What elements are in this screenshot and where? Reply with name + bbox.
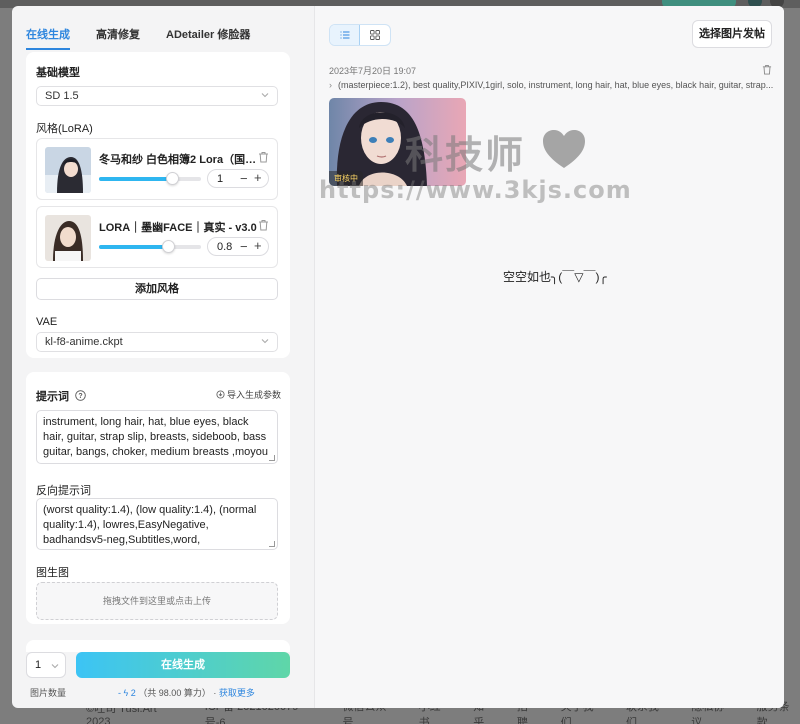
select-image-post-button[interactable]: 选择图片发帖 — [692, 20, 772, 48]
import-icon — [216, 390, 225, 399]
mode-tabs: 在线生成 高清修复 ADetailer 修脸器 — [26, 26, 250, 50]
chevron-down-icon — [261, 339, 269, 344]
image-count-select[interactable]: 1 — [26, 652, 66, 678]
lora-item: LORA｜墨幽FACE｜真实 - v3.0 0.8 − + — [36, 206, 278, 268]
chevron-down-icon — [51, 664, 59, 669]
cost-detail: （共 98.00 算力） — [138, 688, 211, 698]
img2img-label: 图生图 — [36, 567, 69, 579]
lora-item: 冬马和纱 白色相簿2 Lora（国内独... 1 − + — [36, 138, 278, 200]
watermark-url: https://www.3kjs.com — [319, 176, 632, 204]
plus-icon[interactable]: + — [254, 170, 262, 185]
image-count-value: 1 — [35, 659, 42, 671]
list-icon — [340, 31, 349, 39]
lora-thumbnail — [45, 147, 91, 193]
generate-button[interactable]: 在线生成 — [76, 652, 290, 678]
vae-select[interactable]: kl-f8-anime.ckpt — [36, 332, 278, 352]
import-params-text: 导入生成参数 — [227, 390, 282, 400]
chevron-down-icon — [261, 93, 269, 98]
prompt-label: 提示词 ? — [36, 388, 86, 404]
heart-icon — [543, 130, 585, 168]
lora-thumbnail — [45, 215, 91, 261]
image-upload-dropzone[interactable]: 拖拽文件到这里或点击上传 — [36, 582, 278, 620]
get-more-link[interactable]: 获取更多 — [219, 688, 255, 698]
minus-icon[interactable]: − — [240, 239, 248, 254]
import-params-link[interactable]: 导入生成参数 — [216, 388, 281, 401]
stepper-value: 0.8 — [217, 241, 233, 253]
compute-cost: - ϟ 2 （共 98.00 算力） · 获取更多 — [118, 688, 255, 698]
help-icon[interactable]: ? — [75, 390, 86, 401]
image-count-label: 图片数量 — [30, 688, 67, 698]
vae-label: VAE — [36, 316, 58, 328]
slider-knob[interactable] — [166, 172, 180, 185]
prompt-preview-text: (masterpiece:1.2), best quality,PIXIV,1g… — [338, 80, 774, 90]
negative-prompt-text: (worst quality:1.4), (low quality:1.4), … — [43, 504, 257, 546]
plus-icon[interactable]: + — [254, 238, 262, 253]
lora-weight-stepper[interactable]: 0.8 − + — [207, 237, 269, 256]
prompt-textarea[interactable]: instrument, long hair, hat, blue eyes, b… — [36, 410, 278, 464]
minus-icon[interactable]: − — [240, 171, 248, 186]
list-view-button[interactable] — [330, 25, 361, 45]
generate-bar: 1 在线生成 图片数量 - ϟ 2 （共 98.00 算力） · 获取更多 — [26, 652, 290, 708]
prompt-text: instrument, long hair, hat, blue eyes, b… — [43, 416, 269, 458]
trash-icon[interactable] — [762, 64, 772, 75]
lora-title: LORA｜墨幽FACE｜真实 - v3.0 — [99, 222, 257, 234]
lightning-icon: - ϟ — [118, 688, 131, 698]
trash-icon[interactable] — [258, 219, 269, 231]
slider-fill — [99, 177, 173, 181]
grid-view-button[interactable] — [360, 25, 390, 45]
chevron-right-icon: › — [329, 80, 332, 90]
slider-knob[interactable] — [162, 240, 176, 253]
lora-weight-slider[interactable] — [99, 172, 201, 185]
results-panel: 选择图片发帖 2023年7月20日 19:07 › (masterpiece:1.… — [314, 6, 784, 708]
watermark-text: 科技师 — [405, 135, 526, 177]
resize-handle[interactable] — [269, 541, 275, 547]
prompt-label-text: 提示词 — [36, 391, 69, 403]
tab-adetailer[interactable]: ADetailer 修脸器 — [166, 26, 250, 50]
tab-online-generate[interactable]: 在线生成 — [26, 26, 70, 50]
view-toggle — [329, 24, 391, 46]
generation-date: 2023年7月20日 19:07 — [329, 66, 417, 76]
add-lora-button[interactable]: 添加风格 — [36, 278, 278, 300]
base-model-value: SD 1.5 — [45, 90, 79, 102]
empty-state-message: 空空如也╮(￣▽￣)╭ — [503, 270, 607, 284]
stepper-value: 1 — [217, 173, 224, 185]
left-panel: 在线生成 高清修复 ADetailer 修脸器 基础模型 SD 1.5 风格(L… — [12, 6, 302, 708]
lora-label: 风格(LoRA) — [36, 123, 93, 135]
cost-value: 2 — [130, 688, 136, 698]
grid-icon — [370, 30, 380, 40]
prompt-preview[interactable]: › (masterpiece:1.2), best quality,PIXIV,1… — [329, 80, 775, 90]
negative-prompt-textarea[interactable]: (worst quality:1.4), (low quality:1.4), … — [36, 498, 278, 550]
base-model-label: 基础模型 — [36, 67, 80, 79]
prompt-card: 提示词 ? 导入生成参数 instrument, long hair, hat,… — [26, 372, 290, 624]
generation-modal: 在线生成 高清修复 ADetailer 修脸器 基础模型 SD 1.5 风格(L… — [12, 6, 784, 708]
model-settings-card: 基础模型 SD 1.5 风格(LoRA) 冬马和纱 白色相簿2 Lora（国内独… — [26, 52, 290, 358]
negative-prompt-label: 反向提示词 — [36, 485, 91, 497]
lora-weight-stepper[interactable]: 1 − + — [207, 169, 269, 188]
lora-weight-slider[interactable] — [99, 240, 201, 253]
tab-hires-fix[interactable]: 高清修复 — [96, 26, 140, 50]
slider-fill — [99, 245, 169, 249]
trash-icon[interactable] — [258, 151, 269, 163]
lora-title: 冬马和纱 白色相簿2 Lora（国内独... — [99, 154, 257, 166]
base-model-select[interactable]: SD 1.5 — [36, 86, 278, 106]
svg-text:?: ? — [78, 393, 82, 400]
vae-value: kl-f8-anime.ckpt — [45, 336, 123, 348]
resize-handle[interactable] — [269, 455, 275, 461]
